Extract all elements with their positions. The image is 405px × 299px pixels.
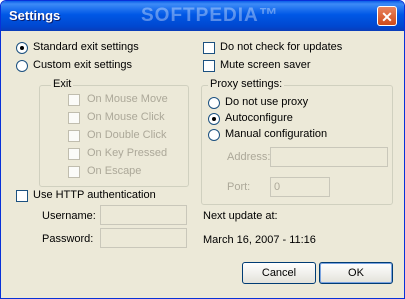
autoconfigure-label: Autoconfigure	[225, 112, 293, 124]
no-updates-label: Do not check for updates	[220, 41, 343, 53]
on-mouse-move-label: On Mouse Move	[87, 93, 168, 105]
next-update-value: March 16, 2007 - 11:16	[203, 234, 316, 246]
standard-exit-radio[interactable]	[16, 42, 28, 54]
close-button[interactable]: ✕	[377, 6, 397, 26]
no-proxy-label: Do not use proxy	[225, 96, 309, 108]
custom-exit-radio[interactable]	[16, 60, 28, 72]
autoconfigure-radio[interactable]	[208, 113, 220, 125]
password-field[interactable]	[100, 228, 187, 248]
mute-screensaver-checkbox[interactable]	[203, 60, 215, 72]
username-field[interactable]	[100, 205, 187, 225]
on-key-pressed-checkbox[interactable]	[68, 148, 80, 160]
port-field[interactable]: 0	[270, 177, 330, 197]
next-update-label: Next update at:	[203, 210, 278, 222]
title-bar[interactable]: Settings SOFTPEDIA™ ✕	[1, 1, 404, 31]
on-escape-label: On Escape	[87, 165, 142, 177]
manual-config-radio[interactable]	[208, 129, 220, 141]
exit-group-label: Exit	[51, 78, 74, 90]
softpedia-watermark: SOFTPEDIA™	[141, 5, 279, 26]
address-label: Address:	[227, 151, 271, 163]
standard-exit-label: Standard exit settings	[33, 41, 139, 53]
on-double-click-label: On Double Click	[87, 129, 167, 141]
ok-button[interactable]: OK	[319, 262, 393, 284]
address-field[interactable]	[270, 147, 388, 167]
http-auth-checkbox[interactable]	[16, 190, 28, 202]
on-key-pressed-label: On Key Pressed	[87, 147, 168, 159]
on-escape-checkbox[interactable]	[68, 166, 80, 178]
no-proxy-radio[interactable]	[208, 97, 220, 109]
username-label: Username:	[42, 210, 96, 222]
no-updates-checkbox[interactable]	[203, 42, 215, 54]
on-mouse-click-checkbox[interactable]	[68, 112, 80, 124]
window-title: Settings	[9, 8, 61, 23]
on-double-click-checkbox[interactable]	[68, 130, 80, 142]
on-mouse-click-label: On Mouse Click	[87, 111, 165, 123]
mute-screensaver-label: Mute screen saver	[220, 59, 311, 71]
password-label: Password:	[42, 233, 94, 245]
manual-config-label: Manual configuration	[225, 128, 328, 140]
on-mouse-move-checkbox[interactable]	[68, 94, 80, 106]
http-auth-label: Use HTTP authentication	[33, 189, 156, 201]
cancel-button[interactable]: Cancel	[242, 262, 316, 284]
port-label: Port:	[227, 181, 251, 193]
settings-dialog: Settings SOFTPEDIA™ ✕ Standard exit sett…	[0, 0, 405, 299]
custom-exit-label: Custom exit settings	[33, 59, 133, 71]
proxy-group-label: Proxy settings:	[208, 78, 285, 90]
